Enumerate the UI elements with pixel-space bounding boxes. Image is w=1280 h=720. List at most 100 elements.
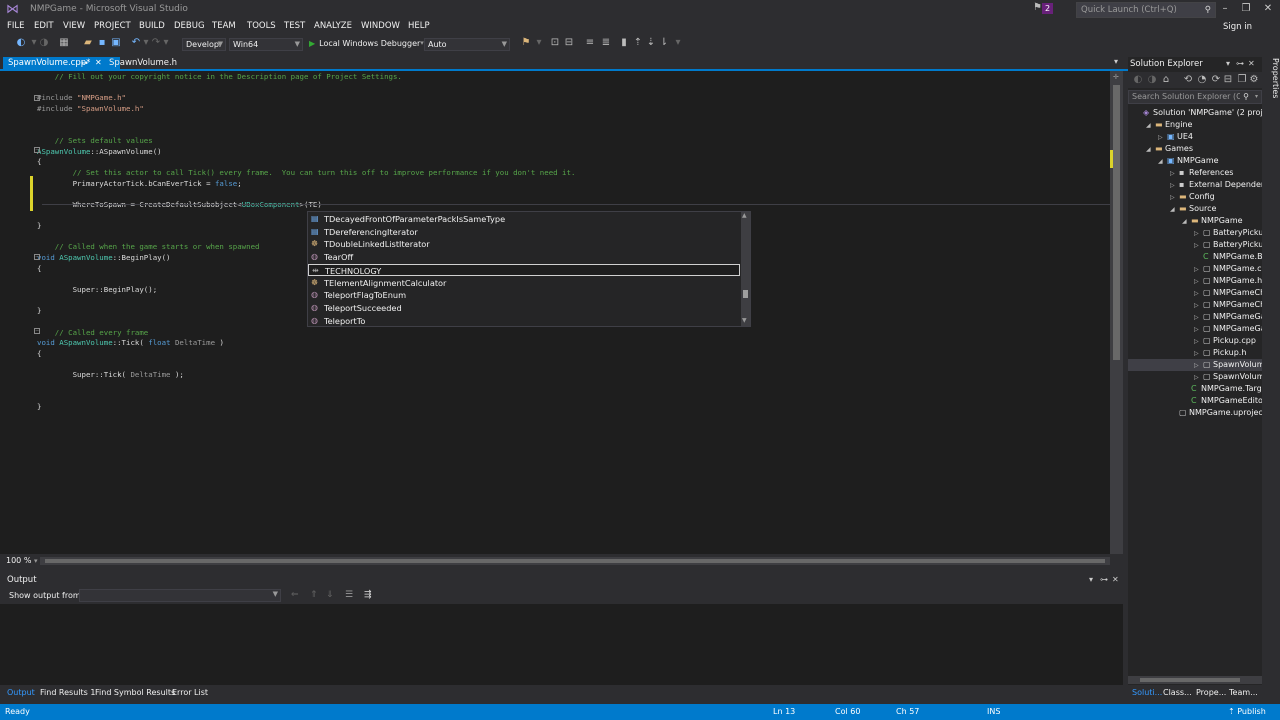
tab-overflow-icon[interactable]: ▾ bbox=[1114, 57, 1118, 66]
properties-icon[interactable]: ⚙ bbox=[1248, 74, 1260, 86]
menu-debug[interactable]: DEBUG bbox=[174, 21, 205, 31]
start-debugging-button[interactable]: ▶ Local Windows Debugger bbox=[309, 37, 420, 51]
tree-item[interactable]: ◢ ▬ Source bbox=[1128, 203, 1262, 215]
window-position-icon[interactable]: ▾ bbox=[1089, 575, 1093, 584]
toolbar-icon[interactable]: ▾ bbox=[533, 37, 545, 49]
tree-item[interactable]: ◢ ▬ NMPGame bbox=[1128, 215, 1262, 227]
tree-item[interactable]: ▷▢SpawnVolume.cpp bbox=[1128, 359, 1262, 371]
code-line[interactable]: Super::BeginPlay(); bbox=[37, 285, 158, 295]
find-in-files-icon[interactable]: ⚑ bbox=[520, 37, 532, 49]
tree-item[interactable]: ◢ ▬ Games bbox=[1128, 143, 1262, 155]
redo-dropdown-icon[interactable]: ▾ bbox=[160, 37, 172, 49]
code-line[interactable]: // Set this actor to call Tick() every f… bbox=[37, 168, 576, 178]
word-wrap-icon[interactable]: ⇶ bbox=[364, 590, 372, 600]
intellisense-item[interactable]: ◍ TearOff bbox=[308, 251, 740, 264]
scroll-thumb[interactable] bbox=[1140, 678, 1240, 682]
menu-tools[interactable]: TOOLS bbox=[247, 21, 276, 31]
tab-spawnvolume-cpp[interactable]: SpawnVolume.cpp* ⊶ ✕ bbox=[3, 57, 120, 69]
intellisense-item[interactable]: ◍ TeleportSucceeded bbox=[308, 302, 740, 315]
tree-item[interactable]: C NMPGame.Build.cs bbox=[1128, 251, 1262, 263]
code-line[interactable]: #include "SpawnVolume.h" bbox=[37, 104, 144, 114]
show-all-files-icon[interactable]: ❐ bbox=[1236, 74, 1248, 86]
output-source-select[interactable]: ▼ bbox=[79, 589, 281, 602]
menu-analyze[interactable]: ANALYZE bbox=[314, 21, 352, 31]
code-line[interactable]: // Fill out your copyright notice in the… bbox=[37, 72, 402, 82]
zoom-level[interactable]: 100 % ▾ bbox=[6, 556, 37, 565]
clear-bookmarks-icon[interactable]: ⇂ bbox=[658, 37, 670, 49]
tree-item[interactable]: C NMPGame.Target.cs bbox=[1128, 383, 1262, 395]
scroll-up-icon[interactable]: ▲ bbox=[742, 212, 747, 219]
menu-edit[interactable]: EDIT bbox=[34, 21, 54, 31]
tree-item[interactable]: ▷▢SpawnVolume.h bbox=[1128, 371, 1262, 383]
solution-tree[interactable]: ◈Solution 'NMPGame' (2 projects)◢▬Engine… bbox=[1128, 107, 1262, 675]
tree-item[interactable]: ▷▢NMPGame.cpp bbox=[1128, 263, 1262, 275]
tree-item[interactable]: ▷▪External Dependencies bbox=[1128, 179, 1262, 191]
intellisense-item[interactable]: ☸ TElementAlignmentCalculator bbox=[308, 277, 740, 290]
code-line[interactable]: } bbox=[37, 402, 41, 412]
sign-in-link[interactable]: Sign in bbox=[1223, 22, 1252, 32]
window-position-icon[interactable]: ▾ bbox=[1226, 59, 1230, 68]
refresh-icon[interactable]: ⟳ bbox=[1210, 74, 1222, 86]
maximize-icon[interactable]: ❐ bbox=[1236, 2, 1256, 16]
code-line[interactable]: void ASpawnVolume::Tick( float DeltaTime… bbox=[37, 338, 224, 348]
publish-button[interactable]: ⇡ Publish bbox=[1228, 707, 1266, 716]
tree-item[interactable]: ▷ ▪ References bbox=[1128, 167, 1262, 179]
pin-icon[interactable]: ⊶ bbox=[81, 57, 88, 69]
code-line[interactable]: Super::Tick( DeltaTime ); bbox=[37, 370, 184, 380]
tab-spawnvolume-h[interactable]: SpawnVolume.h bbox=[104, 57, 177, 69]
save-all-icon[interactable]: ▣ bbox=[110, 37, 122, 49]
tree-item[interactable]: ▷▢NMPGameCharacter.h bbox=[1128, 299, 1262, 311]
tree-item[interactable]: ▷ ▬ Config bbox=[1128, 191, 1262, 203]
notifications-flag-icon[interactable]: ⚑ 2 bbox=[1033, 2, 1053, 16]
tree-item[interactable]: ▷▢BatteryPickup.cpp bbox=[1128, 227, 1262, 239]
code-line[interactable]: void ASpawnVolume::BeginPlay() bbox=[37, 253, 171, 263]
intellisense-popup[interactable]: ▤ TDecayedFrontOfParameterPackIsSameType ▤… bbox=[307, 211, 751, 327]
tree-item[interactable]: ▷ ▣ UE4 bbox=[1128, 131, 1262, 143]
prev-message-icon[interactable]: ⇑ bbox=[310, 590, 318, 600]
solution-platform-select[interactable]: Win64 ▼ bbox=[229, 38, 303, 51]
tab-error-list[interactable]: Error List bbox=[172, 688, 208, 697]
new-project-icon[interactable]: ▦ bbox=[58, 37, 70, 49]
indent-icon[interactable]: ≡ bbox=[584, 37, 596, 49]
collapse-toggle[interactable]: − bbox=[34, 254, 40, 260]
tree-item[interactable]: ◢ ▣ NMPGame bbox=[1128, 155, 1262, 167]
pin-icon[interactable]: ⊶ bbox=[1236, 59, 1244, 68]
bookmark-icon[interactable]: ▮ bbox=[618, 37, 630, 49]
close-icon[interactable]: ✕ bbox=[1248, 59, 1255, 68]
intellisense-item[interactable]: ◍ TeleportFlagToEnum bbox=[308, 289, 740, 302]
output-text-area[interactable] bbox=[0, 604, 1123, 685]
solution-configuration-select[interactable]: Developr ▼ bbox=[182, 38, 226, 51]
tab-find-results[interactable]: Find Results 1 bbox=[40, 688, 95, 697]
intellisense-item[interactable]: ◍ TeleportTo bbox=[308, 315, 740, 328]
sync-icon[interactable]: ⟲ bbox=[1182, 74, 1194, 86]
tab-property-manager[interactable]: Prope... bbox=[1196, 688, 1226, 697]
tab-class-view[interactable]: Class... bbox=[1163, 688, 1192, 697]
code-line[interactable]: } bbox=[37, 306, 41, 316]
home-icon[interactable]: ⌂ bbox=[1160, 74, 1172, 86]
scroll-thumb[interactable] bbox=[1113, 85, 1120, 360]
intellisense-scrollbar[interactable] bbox=[741, 212, 750, 326]
tree-item[interactable]: ▷ ▢ Pickup.h bbox=[1128, 347, 1262, 359]
menu-test[interactable]: TEST bbox=[284, 21, 305, 31]
properties-side-tab[interactable]: Properties bbox=[1262, 58, 1280, 128]
solution-search-input[interactable]: Search Solution Explorer (Ctrl+;)⚲ ▾ bbox=[1128, 90, 1262, 104]
minimize-icon[interactable]: – bbox=[1215, 2, 1235, 16]
back-icon[interactable]: ◐ bbox=[1132, 74, 1144, 86]
code-line[interactable]: #include "NMPGame.h" bbox=[37, 93, 126, 103]
code-line[interactable]: { bbox=[37, 157, 41, 167]
scroll-thumb[interactable] bbox=[743, 290, 748, 298]
quick-launch-input[interactable]: Quick Launch (Ctrl+Q) ⚲ bbox=[1076, 2, 1216, 18]
debug-target-select[interactable]: Auto ▼ bbox=[424, 38, 510, 51]
collapse-all-icon[interactable]: ⊟ bbox=[1222, 74, 1234, 86]
close-icon[interactable]: ✕ bbox=[95, 57, 102, 69]
tab-team-explorer[interactable]: Team... bbox=[1229, 688, 1258, 697]
menu-help[interactable]: HELP bbox=[408, 21, 430, 31]
tab-output[interactable]: Output bbox=[7, 688, 35, 697]
tree-item[interactable]: ▷▢NMPGameGameMode.cpp bbox=[1128, 311, 1262, 323]
code-line[interactable]: // Called when the game starts or when s… bbox=[37, 242, 260, 252]
split-editor-icon[interactable]: ✛ bbox=[1113, 73, 1119, 81]
toolbar-options-icon[interactable]: ▾ bbox=[672, 37, 684, 49]
uncomment-icon[interactable]: ⊟ bbox=[563, 37, 575, 49]
back-icon[interactable]: ◐ bbox=[15, 37, 27, 49]
forward-icon[interactable]: ◑ bbox=[38, 37, 50, 49]
